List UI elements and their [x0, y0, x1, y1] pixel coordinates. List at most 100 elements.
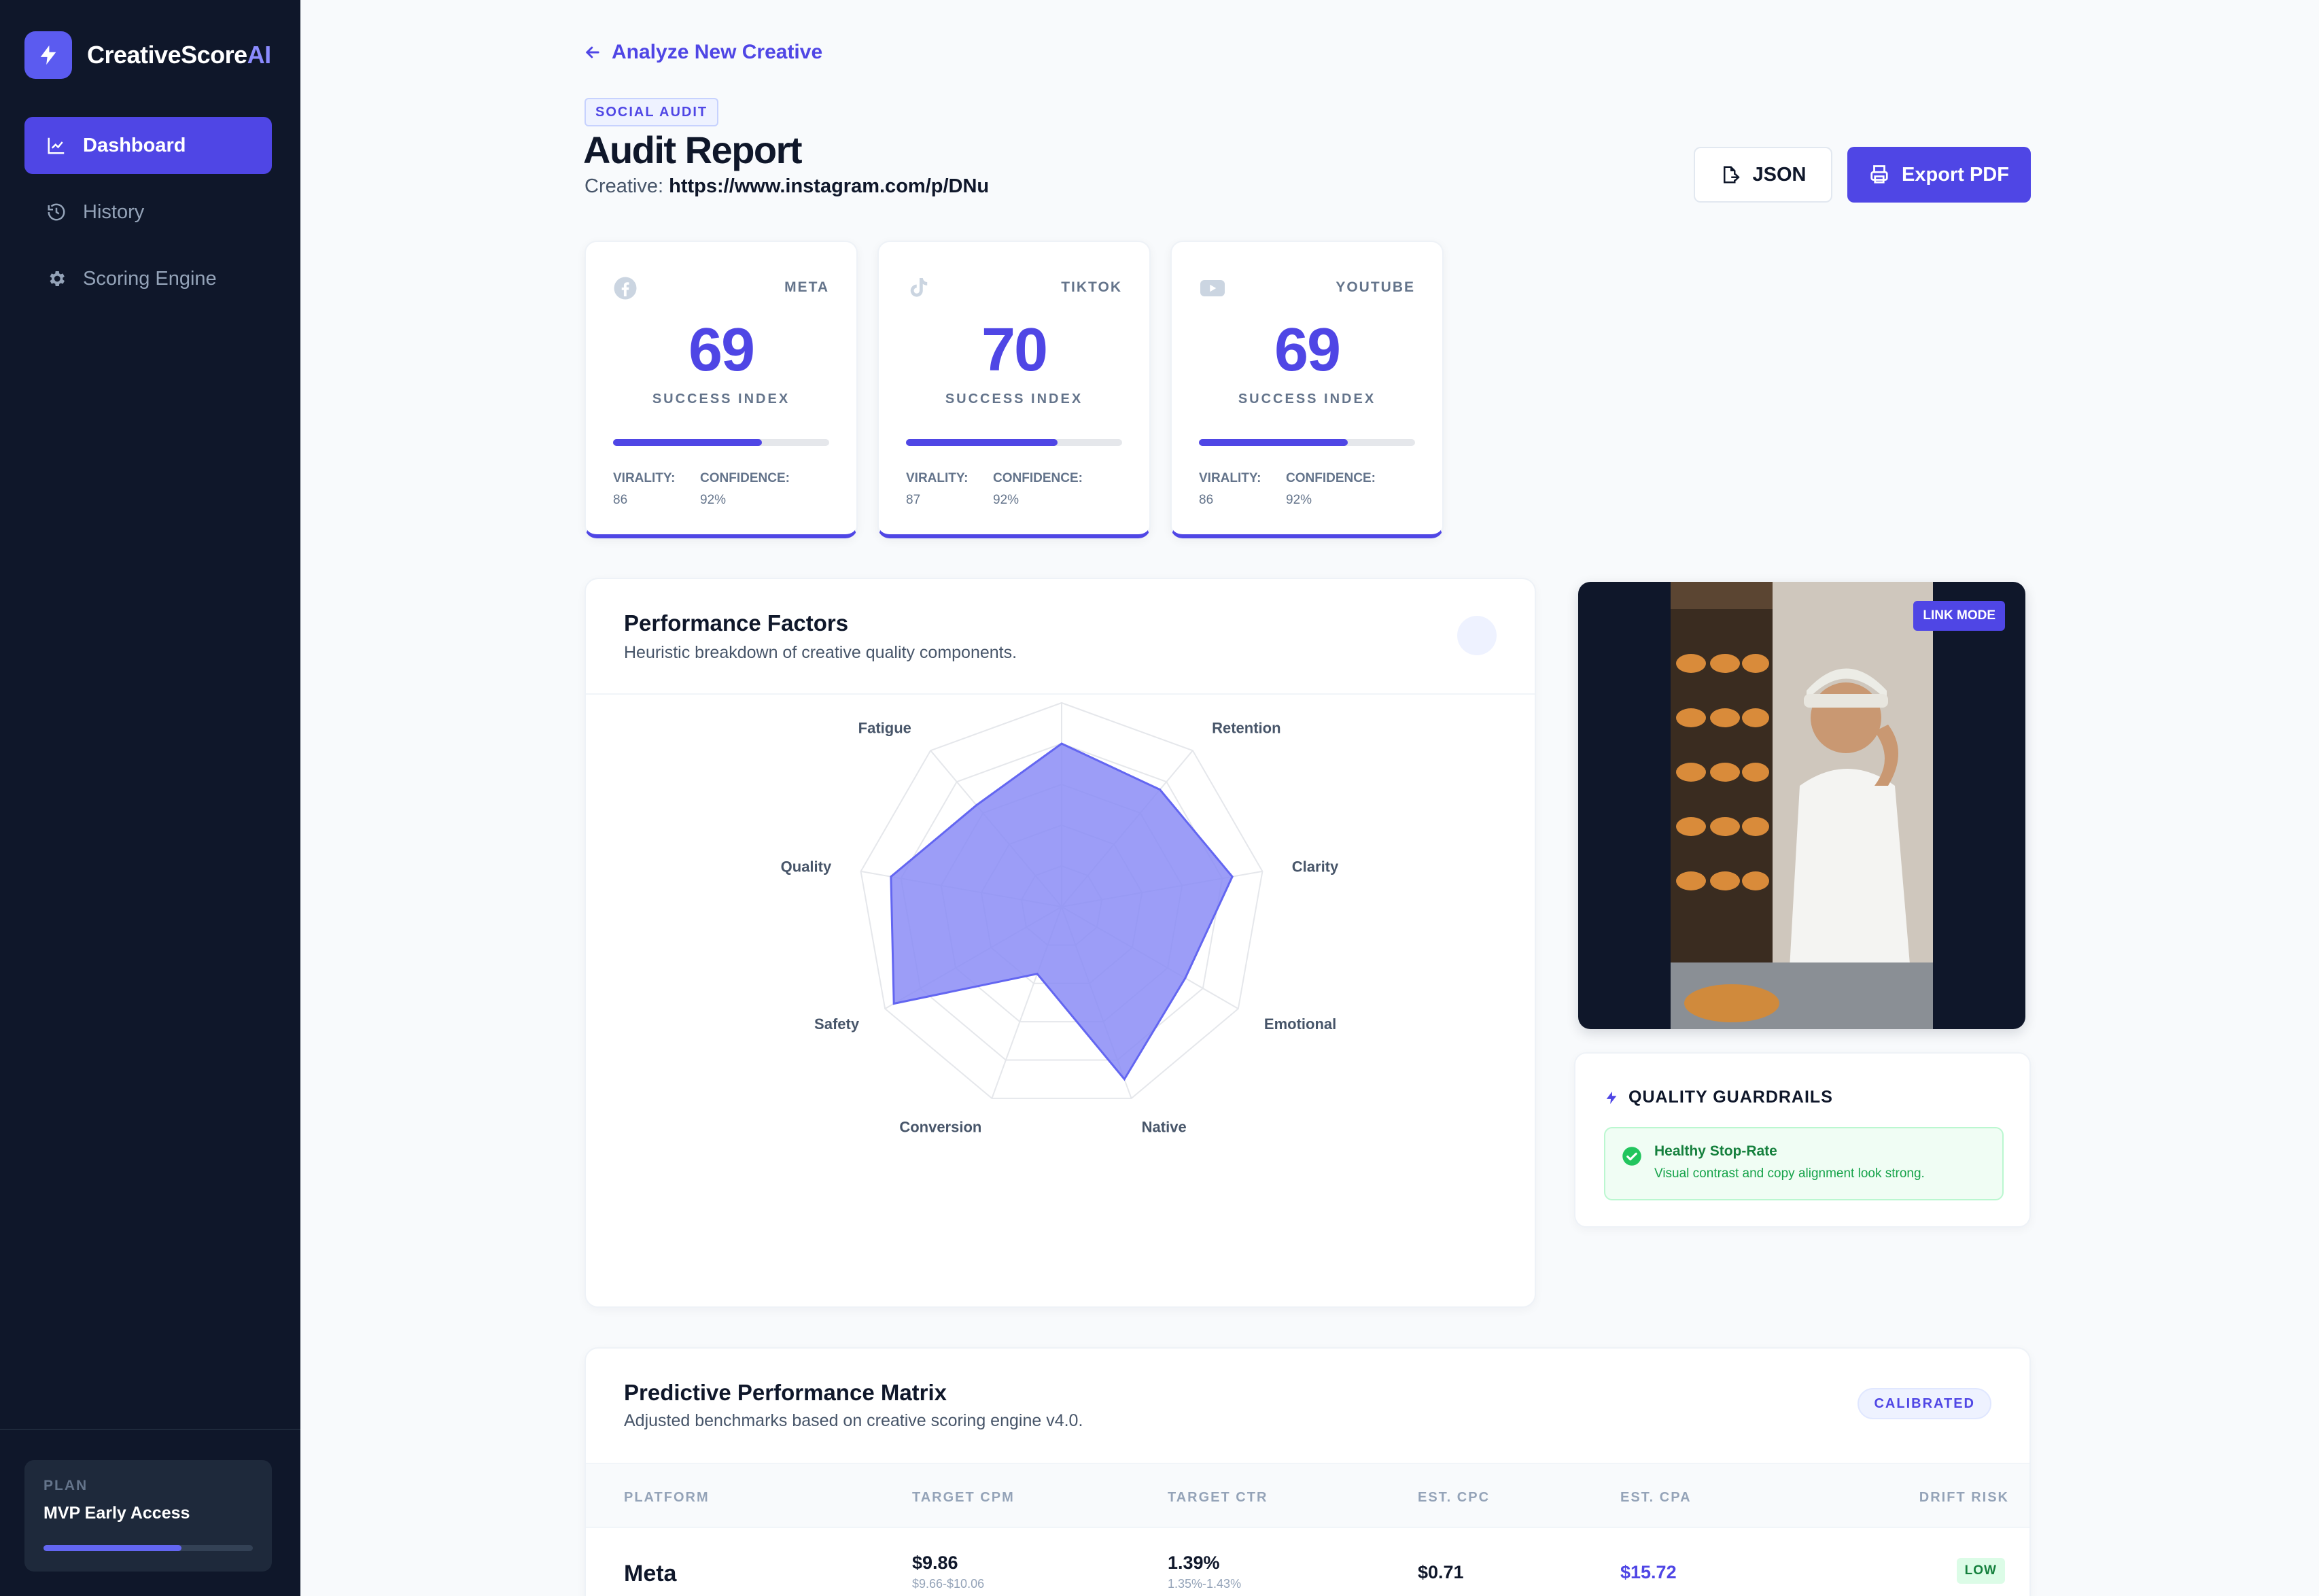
virality-stat: VIRALITY: 87 [906, 471, 969, 507]
export-json-label: JSON [1752, 163, 1807, 186]
plan-progress [43, 1545, 253, 1551]
video-frame [1671, 582, 1933, 1029]
radar-label-clarity: Clarity [1292, 858, 1339, 875]
row-cpm: $9.86 [912, 1552, 958, 1573]
success-index-score: 69 [688, 316, 755, 384]
alert-text: Visual contrast and copy alignment look … [1654, 1166, 1925, 1181]
platform-name: YOUTUBE [1336, 279, 1415, 295]
row-cpm-range: $9.66-$10.06 [912, 1577, 985, 1591]
score-progress-fill [1199, 439, 1348, 446]
sidebar-divider [0, 1429, 300, 1430]
history-icon [45, 201, 68, 224]
radar-label-emotional: Emotional [1264, 1016, 1336, 1033]
radar-series-area [890, 742, 1234, 1081]
sidebar-item-dashboard[interactable]: Dashboard [24, 117, 272, 174]
row-cpc: $0.71 [1418, 1562, 1464, 1582]
chef-scene-illustration [1671, 582, 1933, 1029]
matrix-title: Predictive Performance Matrix [624, 1380, 947, 1405]
sidebar-item-scoring-engine[interactable]: Scoring Engine [24, 250, 272, 307]
sidebar-item-history[interactable]: History [24, 184, 272, 241]
creative-video-preview[interactable]: LINK MODE [1578, 582, 2025, 1029]
brand-name: CreativeScoreAI [87, 41, 271, 69]
success-index-label: SUCCESS INDEX [652, 392, 790, 406]
plan-label: PLAN [43, 1478, 88, 1493]
performance-subtitle: Heuristic breakdown of creative quality … [624, 643, 1017, 662]
performance-matrix-card: Predictive Performance Matrix Adjusted b… [585, 1347, 2031, 1596]
table-header: PLATFORM TARGET CPM TARGET CTR EST. CPC … [586, 1463, 2029, 1528]
status-indicator [1457, 616, 1497, 655]
score-card-tiktok[interactable]: TIKTOK 70 SUCCESS INDEX VIRALITY: 87 CONF… [877, 241, 1151, 538]
radar-label-fatigue: Fatigue [858, 719, 911, 736]
column-header: PLATFORM [624, 1490, 710, 1505]
page-title: Audit Report [583, 128, 803, 171]
column-header: TARGET CTR [1168, 1490, 1268, 1505]
score-progress-fill [906, 439, 1058, 446]
radar-label-safety: Safety [814, 1016, 860, 1033]
plan-progress-fill [43, 1545, 182, 1551]
sidebar-item-label: Dashboard [83, 134, 186, 156]
sidebar: CreativeScoreAI Dashboard History Scorin… [0, 0, 300, 1596]
virality-stat: VIRALITY: 86 [1199, 471, 1261, 507]
alert-title: Healthy Stop-Rate [1654, 1143, 1777, 1159]
performance-title: Performance Factors [624, 610, 849, 636]
chart-line-icon [45, 134, 68, 157]
brand[interactable]: CreativeScoreAI [24, 31, 271, 79]
youtube-icon [1199, 276, 1226, 304]
link-mode-badge: LINK MODE [1913, 601, 2005, 631]
row-ctr: 1.39% [1168, 1552, 1220, 1573]
score-progress-fill [613, 439, 763, 446]
radar-label-native: Native [1142, 1118, 1187, 1135]
row-cpa: $15.72 [1620, 1562, 1677, 1582]
score-progress [613, 439, 829, 446]
score-progress [906, 439, 1122, 446]
column-header: EST. CPC [1418, 1490, 1490, 1505]
score-card-meta[interactable]: META 69 SUCCESS INDEX VIRALITY: 86 CONFID… [585, 241, 858, 538]
creative-url[interactable]: https://www.instagram.com/p/DNu [669, 175, 989, 197]
sidebar-item-label: Scoring Engine [83, 267, 217, 290]
back-link-label: Analyze New Creative [612, 41, 823, 63]
drift-risk-badge: LOW [1956, 1558, 2005, 1584]
creative-source: Creative: https://www.instagram.com/p/DN… [585, 175, 990, 197]
confidence-stat: CONFIDENCE: 92% [1286, 471, 1376, 507]
performance-factors-card: Performance Factors Heuristic breakdown … [585, 578, 1536, 1308]
guardrail-alert: Healthy Stop-Rate Visual contrast and co… [1604, 1127, 2004, 1200]
score-card-youtube[interactable]: YOUTUBE 69 SUCCESS INDEX VIRALITY: 86 CON… [1170, 241, 1444, 538]
lightning-icon [1604, 1089, 1619, 1107]
sidebar-nav: Dashboard History Scoring Engine [24, 117, 272, 317]
check-circle-icon [1622, 1146, 1642, 1170]
radar-label-quality: Quality [781, 858, 832, 875]
column-header: DRIFT RISK [1919, 1490, 2009, 1505]
success-index-score: 69 [1274, 316, 1341, 384]
column-header: EST. CPA [1620, 1490, 1692, 1505]
virality-stat: VIRALITY: 86 [613, 471, 676, 507]
confidence-stat: CONFIDENCE: 92% [700, 471, 790, 507]
export-json-button[interactable]: JSON [1694, 147, 1832, 203]
back-link[interactable]: Analyze New Creative [583, 41, 822, 64]
calibrated-badge: CALIBRATED [1858, 1388, 1991, 1419]
success-index-label: SUCCESS INDEX [945, 392, 1083, 406]
row-platform: Meta [624, 1561, 677, 1586]
arrow-left-icon [583, 43, 602, 62]
matrix-subtitle: Adjusted benchmarks based on creative sc… [624, 1411, 1083, 1430]
score-progress [1199, 439, 1415, 446]
sidebar-item-label: History [83, 201, 145, 223]
lightning-logo-icon [24, 31, 72, 79]
radar-chart: HookRetentionClarityEmotionalNativeConve… [781, 701, 1339, 1135]
plan-name: MVP Early Access [43, 1504, 190, 1523]
quality-guardrails-card: QUALITY GUARDRAILS Healthy Stop-Rate Vis… [1574, 1052, 2031, 1228]
platform-name: META [784, 279, 829, 295]
gear-icon [45, 267, 68, 290]
radar-label-retention: Retention [1212, 719, 1280, 736]
facebook-icon [613, 276, 638, 304]
row-ctr-range: 1.35%-1.43% [1168, 1577, 1242, 1591]
confidence-stat: CONFIDENCE: 92% [993, 471, 1083, 507]
success-index-score: 70 [981, 316, 1048, 384]
export-pdf-label: Export PDF [1902, 163, 2009, 186]
radar-label-conversion: Conversion [899, 1118, 981, 1135]
guardrails-title: QUALITY GUARDRAILS [1604, 1088, 1833, 1107]
column-header: TARGET CPM [912, 1490, 1015, 1505]
file-export-icon [1720, 164, 1741, 185]
export-pdf-button[interactable]: Export PDF [1847, 147, 2031, 203]
audit-type-badge: SOCIAL AUDIT [585, 98, 719, 126]
platform-name: TIKTOK [1061, 279, 1122, 295]
